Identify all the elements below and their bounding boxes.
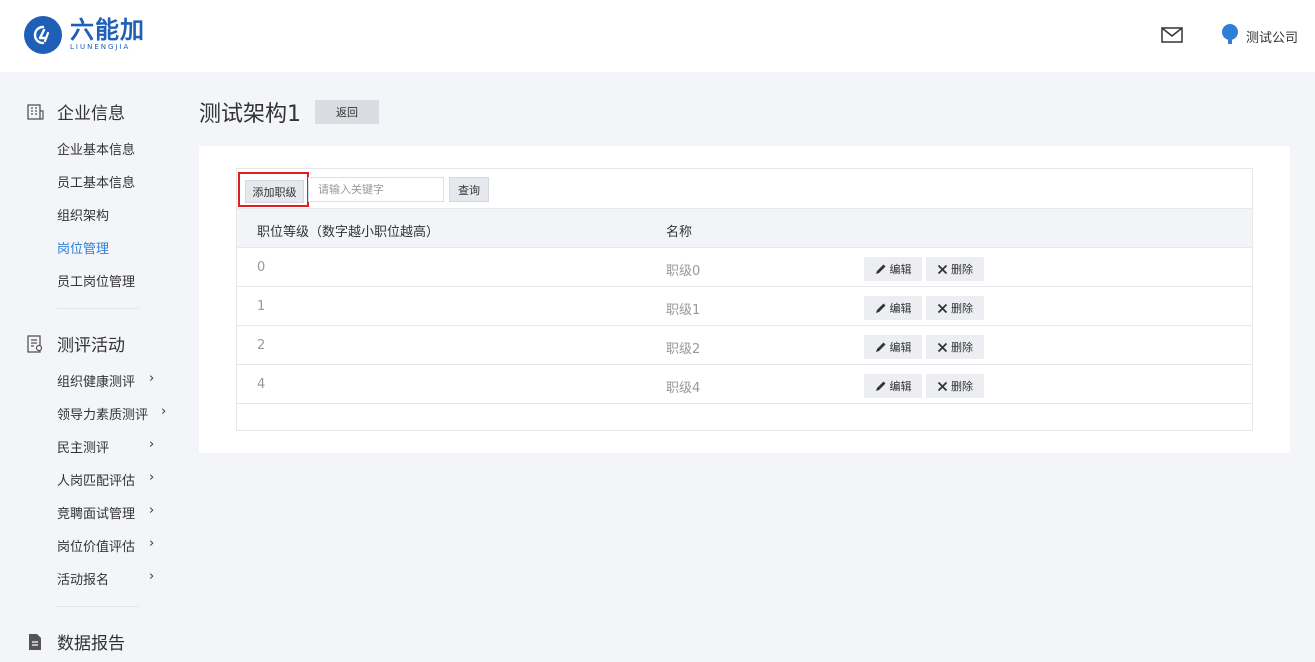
name-cell: 职级1 xyxy=(666,303,701,318)
close-icon xyxy=(937,342,948,352)
level-cell: 4 xyxy=(257,377,266,392)
edit-button[interactable]: 编辑 xyxy=(864,296,922,320)
logo-icon xyxy=(24,16,62,54)
table-row: 1 职级1 编辑 删除 xyxy=(237,287,1252,326)
content-card: 添加职级 查询 职位等级（数字越小职位越高） 名称 0 职级0 编辑 删除 1 … xyxy=(199,146,1290,453)
edit-button[interactable]: 编辑 xyxy=(864,257,922,281)
sidebar-item-employee-position[interactable]: 员工岗位管理 xyxy=(57,271,135,290)
sidebar-item-position-value[interactable]: 岗位价值评估 › xyxy=(57,536,154,555)
sidebar-section-report[interactable]: 数据报告 xyxy=(26,629,125,654)
name-cell: 职级2 xyxy=(666,342,701,357)
sidebar-item-org-health[interactable]: 组织健康测评 › xyxy=(57,371,154,390)
sidebar-section-label: 数据报告 xyxy=(57,634,125,654)
sidebar-item-leadership[interactable]: 领导力素质测评 › xyxy=(57,404,166,423)
edit-label: 编辑 xyxy=(889,303,912,315)
edit-button[interactable]: 编辑 xyxy=(864,335,922,359)
search-input[interactable] xyxy=(308,177,444,202)
table-header: 职位等级（数字越小职位越高） 名称 xyxy=(237,209,1252,248)
position-level-table: 添加职级 查询 职位等级（数字越小职位越高） 名称 0 职级0 编辑 删除 1 … xyxy=(236,168,1253,431)
sidebar-item-org-structure[interactable]: 组织架构 xyxy=(57,205,109,224)
delete-label: 删除 xyxy=(951,381,973,393)
delete-button[interactable]: 删除 xyxy=(926,257,984,281)
close-icon xyxy=(937,264,948,274)
chevron-right-icon: › xyxy=(149,536,155,551)
table-row: 0 职级0 编辑 删除 xyxy=(237,248,1252,287)
level-cell: 2 xyxy=(257,338,266,353)
sidebar-item-label: 组织健康测评 xyxy=(57,375,136,390)
query-button[interactable]: 查询 xyxy=(449,177,489,202)
pencil-icon xyxy=(875,303,885,313)
sidebar-section-enterprise[interactable]: 企业信息 xyxy=(26,99,125,124)
delete-label: 删除 xyxy=(951,264,973,276)
table-row: 2 职级2 编辑 删除 xyxy=(237,326,1252,365)
brand-name-en: LIUNENGJIA xyxy=(70,43,131,51)
user-avatar-icon[interactable] xyxy=(1219,23,1241,45)
pencil-icon xyxy=(875,342,885,352)
delete-button[interactable]: 删除 xyxy=(926,296,984,320)
sidebar-section-label: 企业信息 xyxy=(57,104,125,124)
table-row: 4 职级4 编辑 删除 xyxy=(237,365,1252,404)
edit-button[interactable]: 编辑 xyxy=(864,374,922,398)
company-name[interactable]: 测试公司 xyxy=(1246,27,1298,46)
level-cell: 1 xyxy=(257,299,266,314)
chevron-right-icon: › xyxy=(149,503,155,518)
sidebar-divider xyxy=(57,606,139,607)
brand-name: 六能加 xyxy=(70,16,145,44)
chevron-right-icon: › xyxy=(149,569,155,584)
document-icon xyxy=(29,633,41,650)
sidebar-item-democratic[interactable]: 民主测评 › xyxy=(57,437,154,456)
edit-label: 编辑 xyxy=(889,264,912,276)
page-title: 测试架构1 xyxy=(199,102,301,127)
mail-icon[interactable] xyxy=(1161,27,1183,43)
clipboard-icon xyxy=(27,334,43,353)
sidebar-item-interview[interactable]: 竞聘面试管理 › xyxy=(57,503,154,522)
name-cell: 职级4 xyxy=(666,381,701,396)
column-header-level: 职位等级（数字越小职位越高） xyxy=(257,225,440,240)
close-icon xyxy=(937,381,948,391)
chevron-right-icon: › xyxy=(149,371,155,386)
pencil-icon xyxy=(875,264,885,274)
sidebar-item-label: 活动报名 xyxy=(57,573,110,588)
sidebar-item-label: 竞聘面试管理 xyxy=(57,507,136,522)
sidebar-divider xyxy=(57,308,139,309)
sidebar-item-label: 岗位价值评估 xyxy=(57,540,136,555)
top-header: 六能加 LIUNENGJIA 测试公司 xyxy=(0,0,1315,72)
table-toolbar: 添加职级 查询 xyxy=(237,169,1252,209)
add-level-button[interactable]: 添加职级 xyxy=(245,180,304,203)
brand-logo[interactable]: 六能加 LIUNENGJIA xyxy=(24,16,145,54)
sidebar-item-label: 领导力素质测评 xyxy=(57,408,149,423)
building-icon xyxy=(27,103,44,120)
delete-button[interactable]: 删除 xyxy=(926,335,984,359)
name-cell: 职级0 xyxy=(666,264,701,279)
sidebar-item-label: 人岗匹配评估 xyxy=(57,474,136,489)
chevron-right-icon: › xyxy=(149,470,155,485)
sidebar-item-company-info[interactable]: 企业基本信息 xyxy=(57,139,135,158)
sidebar-item-person-job-match[interactable]: 人岗匹配评估 › xyxy=(57,470,154,489)
sidebar-item-label: 民主测评 xyxy=(57,441,110,456)
close-icon xyxy=(937,303,948,313)
edit-label: 编辑 xyxy=(889,381,912,393)
delete-button[interactable]: 删除 xyxy=(926,374,984,398)
chevron-right-icon: › xyxy=(149,437,155,452)
edit-label: 编辑 xyxy=(889,342,912,354)
sidebar-section-label: 测评活动 xyxy=(57,336,125,356)
sidebar-item-position-management[interactable]: 岗位管理 xyxy=(57,238,109,257)
sidebar-item-registration[interactable]: 活动报名 › xyxy=(57,569,154,588)
pencil-icon xyxy=(875,381,885,391)
column-header-name: 名称 xyxy=(666,225,693,240)
sidebar: 企业信息 企业基本信息 员工基本信息 组织架构 岗位管理 员工岗位管理 测评活动… xyxy=(0,72,175,662)
delete-label: 删除 xyxy=(951,303,973,315)
back-button[interactable]: 返回 xyxy=(315,100,379,124)
chevron-right-icon: › xyxy=(161,404,167,419)
sidebar-item-employee-info[interactable]: 员工基本信息 xyxy=(57,172,135,191)
level-cell: 0 xyxy=(257,260,266,275)
highlight-box: 添加职级 xyxy=(238,172,309,207)
sidebar-section-evaluation[interactable]: 测评活动 xyxy=(26,331,125,356)
delete-label: 删除 xyxy=(951,342,973,354)
